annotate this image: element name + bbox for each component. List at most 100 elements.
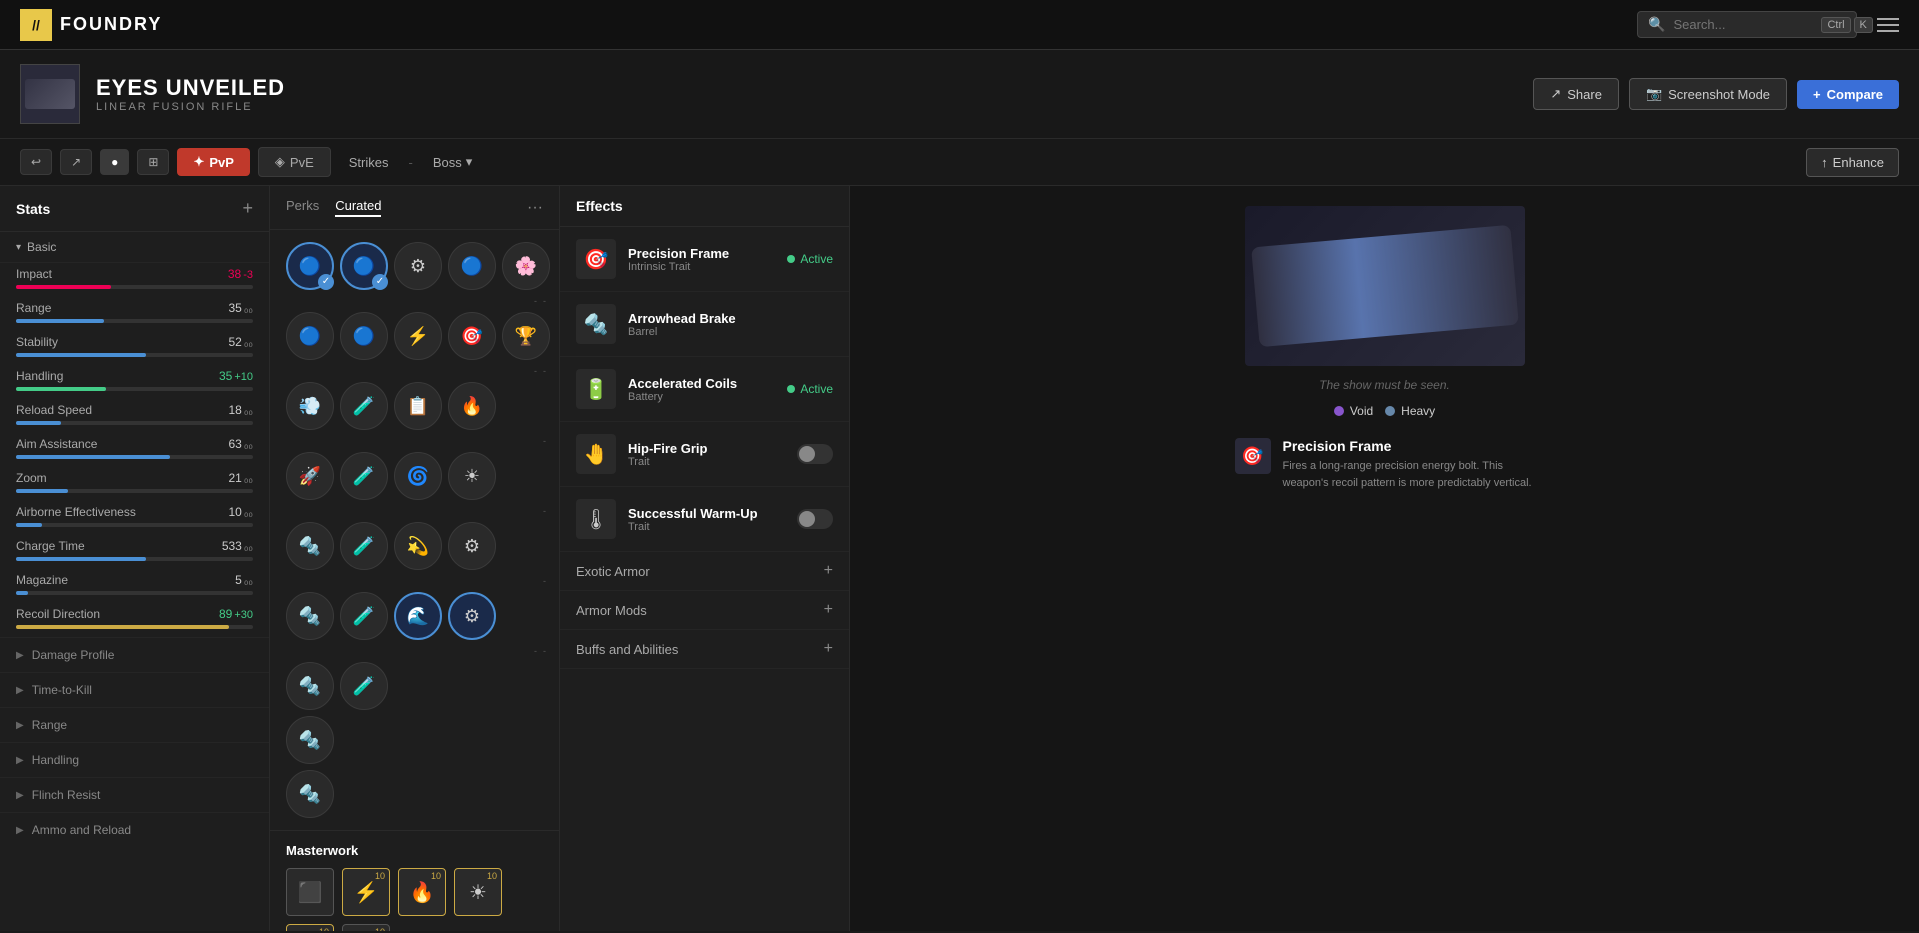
perk-slot[interactable]: ⚡ [394, 312, 442, 360]
perk-slot[interactable]: 🚀 [286, 452, 334, 500]
search-input[interactable] [1673, 17, 1813, 32]
active-label: Active [800, 252, 833, 266]
mw-slot-gear[interactable]: 10🔩 [342, 924, 390, 931]
effects-panel: Effects 🎯 Precision Frame Intrinsic Trai… [560, 186, 850, 931]
perk-slot[interactable]: ☀ [448, 452, 496, 500]
perk-slot[interactable]: 🔩 [286, 770, 334, 818]
effect-section-buffs-and-abilities[interactable]: Buffs and Abilities + [560, 630, 849, 669]
tab-pve[interactable]: ◈ PvE [258, 147, 331, 177]
shortcut-key: K [1854, 17, 1873, 33]
share-tool-button[interactable]: ↗ [60, 149, 92, 175]
perk-slot[interactable]: 🌸 [502, 242, 550, 290]
stat-section-time-to-kill[interactable]: ▶Time-to-Kill [0, 672, 269, 707]
stats-add-button[interactable]: + [242, 198, 253, 219]
perk-slot[interactable]: 🧪 [340, 522, 388, 570]
mw-slot-empty[interactable]: ⬛ [286, 868, 334, 916]
perk-slot[interactable]: 🎯 [448, 312, 496, 360]
effect-add-icon[interactable]: + [824, 640, 833, 658]
chevron-down-icon: ▾ [466, 154, 473, 170]
view-mode-circle[interactable]: ● [100, 149, 129, 175]
perk-slot[interactable]: 🔵 [340, 242, 388, 290]
enhance-button[interactable]: ↑ Enhance [1806, 148, 1899, 177]
effect-add-icon[interactable]: + [824, 601, 833, 619]
effect-item: 🎯 Precision Frame Intrinsic Trait Active [560, 227, 849, 292]
perk-slot-selected[interactable]: 🌊 [394, 592, 442, 640]
mw-slot-sun[interactable]: 10☀ [454, 868, 502, 916]
mw-slot-bolt[interactable]: 10⚡ [286, 924, 334, 931]
preview-panel: The show must be seen. Void Heavy 🎯 Prec… [850, 186, 1919, 931]
weapon-silhouette [1251, 225, 1519, 347]
stat-bar [16, 625, 253, 629]
perk-slot[interactable]: 🔵 [286, 242, 334, 290]
screenshot-button[interactable]: 📷 Screenshot Mode [1629, 78, 1787, 110]
tab-perks[interactable]: Perks [286, 198, 319, 217]
stat-bar [16, 319, 253, 323]
effect-item: 🔋 Accelerated Coils Battery Active [560, 357, 849, 422]
share-button[interactable]: ↗ Share [1533, 78, 1619, 110]
stat-bar-fill [16, 591, 28, 595]
perk-slot[interactable]: ⚙ [394, 242, 442, 290]
basic-section-toggle[interactable]: ▾ Basic [0, 232, 269, 263]
effect-sub: Battery [628, 391, 775, 403]
stat-label: Airborne Effectiveness [16, 505, 136, 519]
stat-section-ammo-and-reload[interactable]: ▶Ammo and Reload [0, 812, 269, 847]
perk-detail-desc: Fires a long-range precision energy bolt… [1283, 458, 1535, 491]
undo-button[interactable]: ↩ [20, 149, 52, 175]
stat-section-damage-profile[interactable]: ▶Damage Profile [0, 637, 269, 672]
tab-strikes[interactable]: Strikes [339, 149, 399, 176]
search-shortcut: Ctrl K [1821, 17, 1872, 33]
perk-slot[interactable]: 🔩 [286, 522, 334, 570]
stat-label: Reload Speed [16, 403, 92, 417]
tab-curated[interactable]: Curated [335, 198, 381, 217]
perk-slot[interactable]: 📋 [394, 382, 442, 430]
perks-more-button[interactable]: ··· [527, 199, 543, 217]
perk-slot[interactable]: 🌀 [394, 452, 442, 500]
perk-slot[interactable]: 💫 [394, 522, 442, 570]
tab-boss[interactable]: Boss ▾ [423, 148, 482, 176]
toggle-knob [799, 446, 815, 462]
perk-slot[interactable]: 🧪 [340, 452, 388, 500]
perk-slot[interactable]: 🔵 [286, 312, 334, 360]
perk-slot-selected[interactable]: ⚙ [448, 592, 496, 640]
stat-section-range[interactable]: ▶Range [0, 707, 269, 742]
effects-title: Effects [560, 186, 849, 227]
stat-section-flinch-resist[interactable]: ▶Flinch Resist [0, 777, 269, 812]
stat-value: 10₀₀ [229, 505, 254, 519]
toggle-switch[interactable] [797, 444, 833, 464]
plus-icon: + [1813, 87, 1821, 102]
perk-slot[interactable]: 🧪 [340, 662, 388, 710]
mw-slot-fire[interactable]: 10🔥 [398, 868, 446, 916]
perk-slot[interactable]: ⚙ [448, 522, 496, 570]
top-nav: // FOUNDRY 🔍 Ctrl K [0, 0, 1919, 50]
stat-row: Impact 38-3 [0, 263, 269, 297]
effect-section-exotic-armor[interactable]: Exotic Armor + [560, 552, 849, 591]
effect-info: Hip-Fire Grip Trait [628, 441, 785, 468]
compare-button[interactable]: + Compare [1797, 80, 1899, 109]
toggle-switch[interactable] [797, 509, 833, 529]
effect-section-label: Armor Mods [576, 603, 647, 618]
hamburger-menu[interactable] [1877, 18, 1899, 32]
perk-detail-name: Precision Frame [1283, 438, 1535, 454]
perk-slot[interactable]: 💨 [286, 382, 334, 430]
perk-slot[interactable]: 🏆 [502, 312, 550, 360]
perk-slot[interactable]: 🔥 [448, 382, 496, 430]
mw-slot-speed[interactable]: 10⚡ [342, 868, 390, 916]
perk-slot[interactable]: 🔩 [286, 592, 334, 640]
effect-section-armor-mods[interactable]: Armor Mods + [560, 591, 849, 630]
search-bar[interactable]: 🔍 Ctrl K [1637, 11, 1857, 38]
perk-slot[interactable]: 🧪 [340, 382, 388, 430]
tag-void: Void [1334, 404, 1373, 418]
stat-label: Stability [16, 335, 58, 349]
perk-slot[interactable]: 🔩 [286, 662, 334, 710]
effect-icon: 🎯 [576, 239, 616, 279]
perk-slot[interactable]: 🔵 [340, 312, 388, 360]
perk-slot[interactable]: 🧪 [340, 592, 388, 640]
perk-slot[interactable]: 🔩 [286, 716, 334, 764]
perk-slot[interactable]: 🔵 [448, 242, 496, 290]
tab-pvp[interactable]: ✦ PvP [177, 148, 249, 176]
view-mode-grid[interactable]: ⊞ [137, 149, 169, 175]
preview-tags: Void Heavy [1334, 404, 1435, 418]
void-dot [1334, 406, 1344, 416]
effect-add-icon[interactable]: + [824, 562, 833, 580]
stat-section-handling[interactable]: ▶Handling [0, 742, 269, 777]
